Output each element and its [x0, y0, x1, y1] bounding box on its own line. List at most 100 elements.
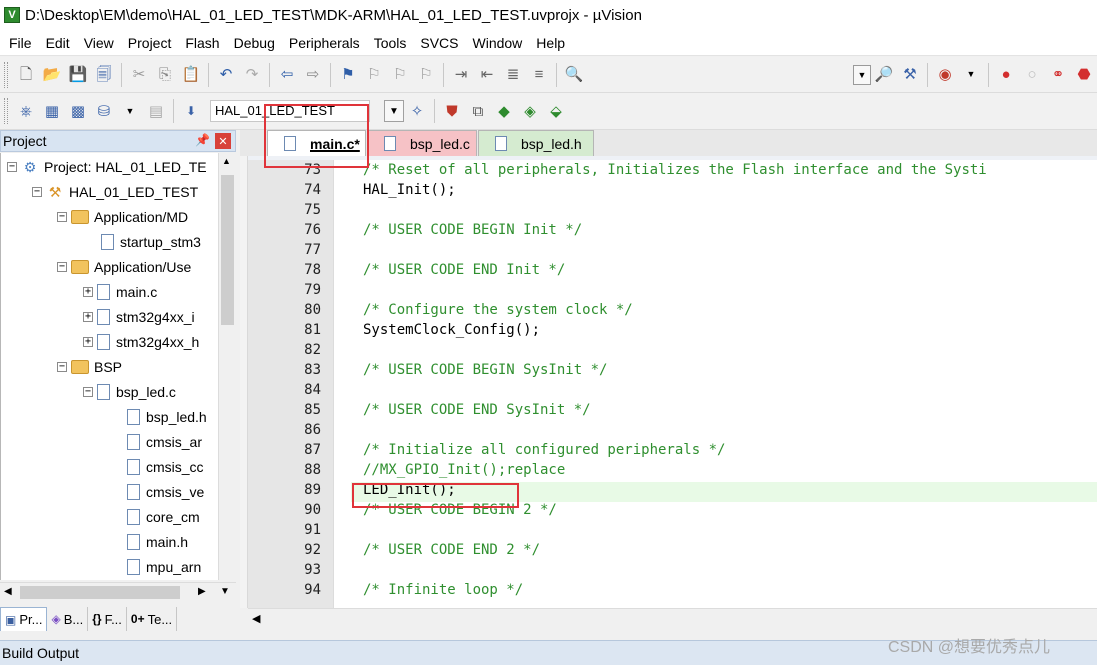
batch-dropdown-icon[interactable]: ▼ [119, 100, 141, 122]
menu-help[interactable]: Help [529, 30, 572, 56]
tree-file[interactable]: + stm32g4xx_h [83, 331, 199, 353]
scroll-thumb[interactable] [221, 175, 234, 325]
batch-build-icon[interactable]: ⛁ [93, 100, 115, 122]
collapse-icon[interactable]: − [57, 262, 67, 272]
collapse-icon[interactable]: − [7, 162, 17, 172]
tree-file[interactable]: core_cm [127, 506, 200, 528]
manage-project-items-icon[interactable]: ⛊ [441, 100, 463, 122]
menu-peripherals[interactable]: Peripherals [282, 30, 367, 56]
tree-file[interactable]: + stm32g4xx_i [83, 306, 195, 328]
code-line[interactable]: /* Infinite loop */ [363, 582, 523, 598]
project-horizontal-scrollbar[interactable]: ◀ ▶ ▼ [0, 582, 236, 602]
code-line[interactable]: /* USER CODE BEGIN SysInit */ [363, 362, 607, 378]
undo-icon[interactable]: ↶ [215, 64, 237, 86]
tree-group[interactable]: − Application/Use [57, 256, 191, 278]
incremental-find-icon[interactable]: ⚒ [899, 64, 921, 86]
tab-books[interactable]: ◈ B... [47, 607, 89, 631]
kill-breakpoints-icon[interactable]: ⬣ [1073, 64, 1095, 86]
tree-file[interactable]: startup_stm3 [101, 231, 201, 253]
download-load-icon[interactable]: ⬇ [180, 100, 202, 122]
manage-rte-icon[interactable]: ◆ [493, 100, 515, 122]
collapse-icon[interactable]: − [57, 362, 67, 372]
code-line[interactable]: //MX_GPIO_Init();replace [363, 462, 565, 478]
disable-breakpoints-icon[interactable]: ⚭ [1047, 64, 1069, 86]
menu-flash[interactable]: Flash [178, 30, 226, 56]
toolbar-grip[interactable] [4, 98, 8, 124]
scroll-left-icon[interactable]: ◀ [252, 612, 260, 625]
scroll-left-icon[interactable]: ◀ [4, 586, 12, 597]
tree-file[interactable]: cmsis_ar [127, 431, 202, 453]
select-packs-icon[interactable]: ⧉ [467, 100, 489, 122]
save-icon[interactable]: 💾 [67, 64, 89, 86]
pin-icon[interactable]: 📌 [195, 133, 210, 147]
open-folder-icon[interactable]: 📂 [41, 64, 63, 86]
find-combo-dropdown-icon[interactable]: ▼ [853, 64, 871, 85]
tree-group[interactable]: − BSP [57, 356, 122, 378]
tab-bsp-led-c[interactable]: bsp_led.c [367, 130, 477, 156]
nav-forward-icon[interactable]: ⇨ [302, 64, 324, 86]
tab-functions[interactable]: {} F... [88, 607, 127, 631]
tree-item-project[interactable]: − ⚙ Project: HAL_01_LED_TE [7, 156, 207, 178]
indent-icon[interactable]: ⇥ [450, 64, 472, 86]
redo-icon[interactable]: ↷ [241, 64, 263, 86]
menu-project[interactable]: Project [121, 30, 179, 56]
menu-file[interactable]: File [2, 30, 39, 56]
code-line[interactable]: /* USER CODE END SysInit */ [363, 402, 591, 418]
tree-file[interactable]: − bsp_led.c [83, 381, 176, 403]
find-icon[interactable]: 🔎 [873, 64, 895, 86]
editor-horizontal-scrollbar[interactable]: ◀ [248, 608, 1097, 628]
menu-svcs[interactable]: SVCS [413, 30, 465, 56]
comment-icon[interactable]: ≣ [502, 64, 524, 86]
tree-file[interactable]: mpu_arn [127, 556, 201, 578]
code-line[interactable]: SystemClock_Config(); [363, 322, 540, 338]
software-packs-icon[interactable]: ⬙ [545, 100, 567, 122]
code-editor[interactable]: /* Reset of all peripherals, Initializes… [351, 160, 1097, 608]
options-for-target-icon[interactable]: ✧ [406, 100, 428, 122]
code-line[interactable]: /* Reset of all peripherals, Initializes… [363, 162, 987, 178]
scroll-down-icon[interactable]: ▼ [220, 586, 230, 597]
paste-icon[interactable]: 📋 [180, 64, 202, 86]
new-file-icon[interactable]: 🗋 [15, 64, 37, 86]
clear-bookmarks-icon[interactable]: ⚐ [415, 64, 437, 86]
pack-installer-icon[interactable]: ◈ [519, 100, 541, 122]
tree-file[interactable]: + main.c [83, 281, 157, 303]
toolbar-grip[interactable] [4, 61, 8, 88]
menu-window[interactable]: Window [466, 30, 530, 56]
collapse-icon[interactable]: − [57, 212, 67, 222]
uncomment-icon[interactable]: ≡ [528, 64, 550, 86]
expand-icon[interactable]: + [83, 287, 93, 297]
code-line[interactable]: HAL_Init(); [363, 182, 456, 198]
insert-breakpoint-icon[interactable]: ● [995, 64, 1017, 86]
tree-item-target[interactable]: − ⚒ HAL_01_LED_TEST [32, 181, 198, 203]
tab-project[interactable]: ▣ Pr... [0, 607, 48, 631]
prev-bookmark-icon[interactable]: ⚐ [363, 64, 385, 86]
rebuild-icon[interactable]: ▩ [67, 100, 89, 122]
scroll-up-icon[interactable]: ▲ [222, 156, 231, 166]
unindent-icon[interactable]: ⇤ [476, 64, 498, 86]
debug-dropdown-icon[interactable]: ▼ [960, 64, 982, 86]
code-line[interactable]: /* USER CODE END 2 */ [363, 542, 540, 558]
collapse-icon[interactable]: − [32, 187, 42, 197]
tree-group[interactable]: − Application/MD [57, 206, 188, 228]
target-dropdown-icon[interactable]: ▼ [384, 100, 404, 122]
stop-build-icon[interactable]: ▤ [145, 100, 167, 122]
scroll-thumb[interactable] [20, 586, 180, 599]
project-vertical-scrollbar[interactable]: ▲ [218, 153, 236, 580]
next-bookmark-icon[interactable]: ⚐ [389, 64, 411, 86]
tree-file[interactable]: cmsis_cc [127, 456, 204, 478]
nav-back-icon[interactable]: ⇦ [276, 64, 298, 86]
scroll-right-icon[interactable]: ▶ [198, 586, 206, 597]
code-line[interactable]: /* Configure the system clock */ [363, 302, 633, 318]
save-all-icon[interactable]: 🗐 [93, 64, 115, 86]
code-line[interactable]: /* USER CODE END Init */ [363, 262, 565, 278]
menu-edit[interactable]: Edit [39, 30, 77, 56]
expand-icon[interactable]: + [83, 337, 93, 347]
expand-icon[interactable]: + [83, 312, 93, 322]
collapse-icon[interactable]: − [83, 387, 93, 397]
tree-file[interactable]: cmsis_ve [127, 481, 204, 503]
close-panel-icon[interactable]: ✕ [215, 133, 231, 149]
cut-icon[interactable]: ✂ [128, 64, 150, 86]
build-icon[interactable]: ▦ [41, 100, 63, 122]
menu-view[interactable]: View [77, 30, 121, 56]
find-in-files-icon[interactable]: 🔍 [563, 64, 585, 86]
